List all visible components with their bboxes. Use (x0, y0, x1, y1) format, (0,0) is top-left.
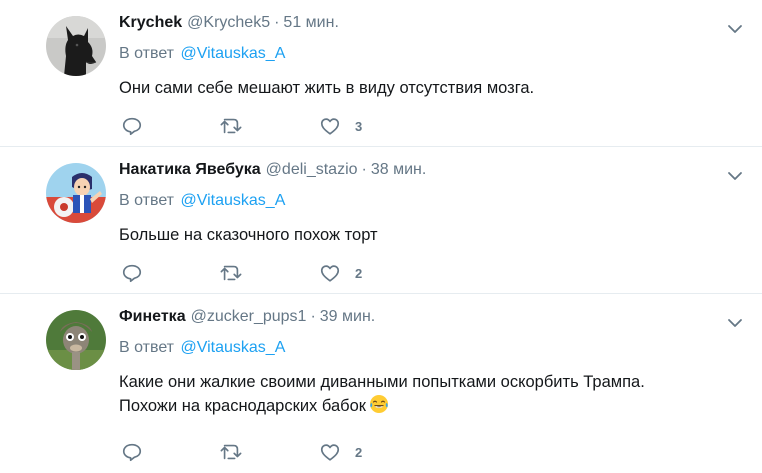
tweet[interactable]: Финетка @zucker_pups1 · 39 мин. В ответ … (0, 294, 762, 473)
reply-icon (122, 443, 142, 462)
tears-of-joy-emoji (369, 395, 388, 413)
tweet[interactable]: Накатика Явебука @deli_stazio · 38 мин. … (0, 147, 762, 294)
reply-context: В ответ @Vitauskas_A (119, 339, 285, 357)
reply-context: В ответ @Vitauskas_A (119, 192, 285, 210)
tweet-header: Финетка @zucker_pups1 · 39 мин. (119, 308, 375, 330)
reply-mention-link[interactable]: @Vitauskas_A (180, 192, 285, 209)
like-button[interactable]: 2 (319, 440, 362, 464)
black-dog-avatar (46, 16, 106, 76)
reply-prefix: В ответ (119, 339, 175, 356)
tweet-text-line: Они сами себе мешают жить в виду отсутст… (119, 79, 535, 97)
reply-button[interactable] (121, 261, 143, 285)
tweet-header: Накатика Явебука @deli_stazio · 38 мин. (119, 161, 426, 183)
timestamp[interactable]: 38 мин. (371, 161, 426, 179)
anime-character-avatar (46, 163, 106, 223)
tweet-actions: 3 (121, 114, 421, 138)
replies-timeline: Krychek @Krychek5 · 51 мин. В ответ @Vit… (0, 0, 762, 473)
reply-button[interactable] (121, 114, 143, 138)
retweet-button[interactable] (219, 114, 243, 138)
timestamp[interactable]: 39 мин. (320, 308, 375, 326)
like-count: 2 (355, 444, 363, 460)
heart-icon (320, 444, 340, 461)
tweet-actions: 2 (121, 261, 421, 285)
retweet-icon (220, 118, 242, 134)
reply-mention-link[interactable]: @Vitauskas_A (180, 339, 285, 356)
heart-icon (320, 118, 340, 135)
avatar[interactable] (46, 16, 106, 76)
separator-dot: · (274, 14, 280, 31)
fullname[interactable]: Накатика Явебука (119, 161, 261, 179)
like-button[interactable]: 2 (319, 261, 362, 285)
separator-dot: · (361, 161, 367, 178)
avatar[interactable] (46, 163, 106, 223)
heart-icon (320, 265, 340, 282)
fullname[interactable]: Финетка (119, 308, 186, 326)
ostrich-avatar (46, 310, 106, 370)
reply-prefix: В ответ (119, 192, 175, 209)
retweet-icon (220, 444, 242, 460)
retweet-button[interactable] (219, 261, 243, 285)
tweet-actions: 2 (121, 440, 421, 464)
fullname[interactable]: Krychek (119, 14, 182, 32)
tweet-text: Они сами себе мешают жить в виду отсутст… (119, 76, 729, 100)
reply-mention-link[interactable]: @Vitauskas_A (180, 45, 285, 62)
like-count: 2 (355, 265, 363, 281)
like-button[interactable]: 3 (319, 114, 362, 138)
chevron-down-icon[interactable] (726, 20, 744, 38)
separator-dot: · (310, 308, 316, 325)
reply-icon (122, 117, 142, 136)
tweet-text-line: Похожи на краснодарских бабок (119, 397, 366, 415)
tweet-text-line: Какие они жалкие своими диванными попытк… (119, 373, 645, 391)
chevron-down-icon[interactable] (726, 167, 744, 185)
retweet-button[interactable] (219, 440, 243, 464)
tweet-header: Krychek @Krychek5 · 51 мин. (119, 14, 339, 36)
tweet-text-line: Больше на сказочного похож торт (119, 226, 378, 244)
username[interactable]: @deli_stazio (266, 161, 358, 179)
like-count: 3 (355, 118, 363, 134)
tweet[interactable]: Krychek @Krychek5 · 51 мин. В ответ @Vit… (0, 0, 762, 147)
timestamp[interactable]: 51 мин. (283, 14, 338, 32)
reply-icon (122, 264, 142, 283)
reply-context: В ответ @Vitauskas_A (119, 45, 285, 63)
tweet-text: Больше на сказочного похож торт (119, 223, 729, 247)
reply-button[interactable] (121, 440, 143, 464)
username[interactable]: @Krychek5 (187, 14, 270, 32)
retweet-icon (220, 265, 242, 281)
tweet-text: Какие они жалкие своими диванными попытк… (119, 370, 729, 418)
avatar[interactable] (46, 310, 106, 370)
username[interactable]: @zucker_pups1 (191, 308, 307, 326)
tweet-text-line-with-emoji: Похожи на краснодарских бабок (119, 394, 729, 418)
reply-prefix: В ответ (119, 45, 175, 62)
chevron-down-icon[interactable] (726, 314, 744, 332)
